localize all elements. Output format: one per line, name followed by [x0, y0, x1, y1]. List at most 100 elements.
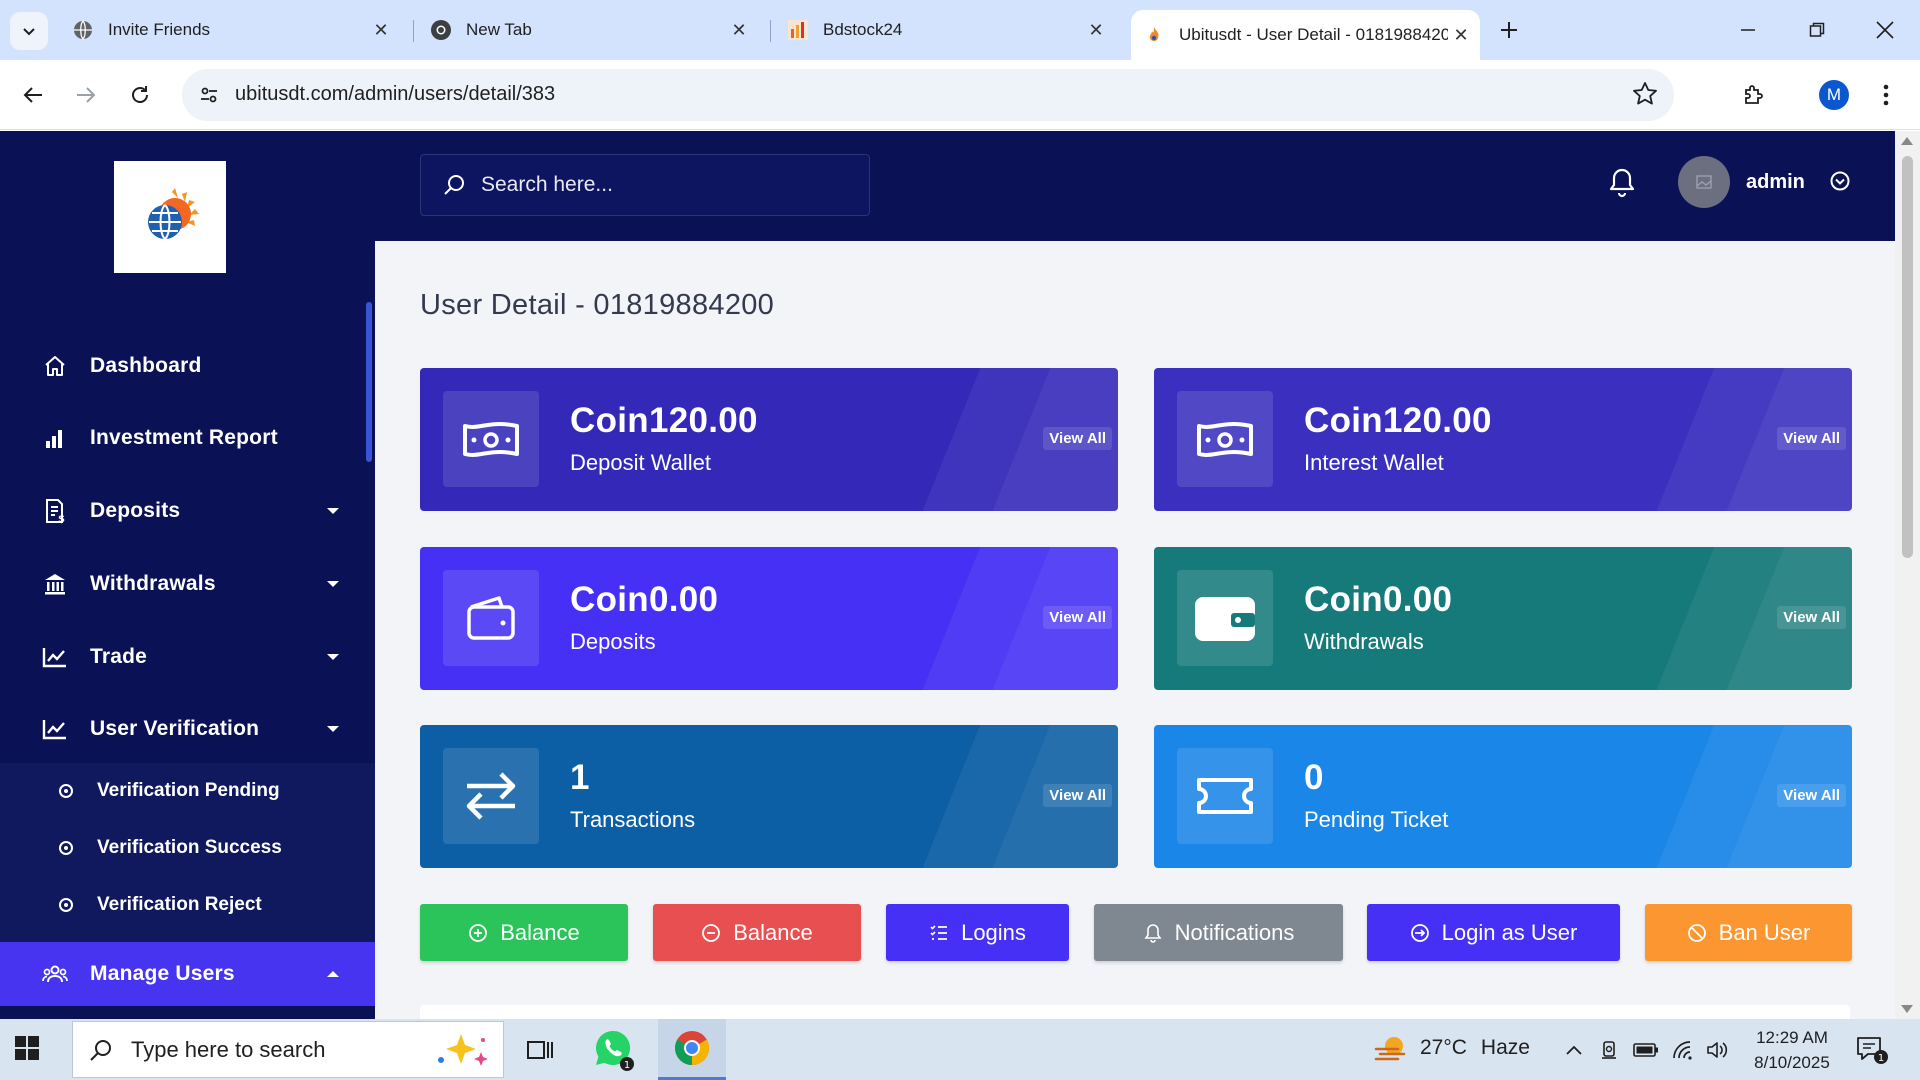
tab-search-button[interactable]: [10, 12, 48, 50]
line-chart-icon: [40, 642, 70, 672]
search-box[interactable]: [420, 154, 870, 216]
admin-username[interactable]: admin: [1746, 171, 1805, 194]
subtract-balance-button[interactable]: Balance: [653, 904, 861, 961]
taskbar-whatsapp[interactable]: 1: [581, 1019, 649, 1080]
notification-count: 1: [1878, 1053, 1884, 1064]
page-scrollbar[interactable]: [1895, 131, 1920, 1019]
profile-button[interactable]: M: [1815, 76, 1853, 114]
avatar[interactable]: [1678, 156, 1730, 208]
scroll-up-arrow-icon[interactable]: [1901, 137, 1913, 145]
site-info-icon[interactable]: [196, 82, 222, 108]
taskbar-search-box[interactable]: Type here to search: [72, 1021, 504, 1078]
weather-widget[interactable]: 27°C Haze: [1374, 1033, 1530, 1063]
button-label: Logins: [961, 919, 1026, 945]
login-as-user-button[interactable]: Login as User: [1367, 904, 1620, 961]
chrome-icon: [675, 1031, 709, 1065]
sidebar-item-user-verification[interactable]: User Verification: [0, 700, 375, 758]
tab-new-tab[interactable]: New Tab ✕: [418, 10, 758, 50]
circle-dot-icon: [59, 841, 73, 855]
close-icon[interactable]: ✕: [1448, 22, 1474, 48]
search-icon: [443, 173, 467, 197]
chevron-down-circle-icon[interactable]: [1829, 170, 1853, 194]
forward-button[interactable]: [67, 76, 105, 114]
address-bar[interactable]: ubitusdt.com/admin/users/detail/383: [182, 69, 1674, 121]
view-all-button[interactable]: View All: [1777, 606, 1846, 629]
card-label: Deposit Wallet: [570, 450, 712, 475]
scroll-down-arrow-icon[interactable]: [1901, 1005, 1913, 1013]
close-icon[interactable]: ✕: [368, 17, 394, 43]
bar-chart-icon: [40, 423, 70, 453]
bookmark-star-icon[interactable]: [1632, 81, 1658, 107]
new-tab-button[interactable]: [1494, 15, 1524, 45]
close-icon[interactable]: ✕: [726, 17, 752, 43]
sidebar-item-dashboard[interactable]: Dashboard: [0, 337, 375, 395]
interest-wallet-card: Coin120.00 Interest Wallet View All: [1154, 368, 1852, 511]
view-all-button[interactable]: View All: [1043, 606, 1112, 629]
meet-now-icon[interactable]: [1597, 1037, 1623, 1063]
minimize-button[interactable]: [1728, 10, 1768, 50]
taskbar-chrome[interactable]: [658, 1019, 726, 1080]
close-window-button[interactable]: [1865, 10, 1905, 50]
minus-circle-icon: [702, 923, 721, 942]
tab-invite-friends[interactable]: Invite Friends ✕: [60, 10, 400, 50]
whatsapp-icon: 1: [596, 1030, 634, 1071]
haze-icon: [1374, 1037, 1406, 1061]
task-view-button[interactable]: [506, 1019, 574, 1080]
browser-menu-button[interactable]: [1867, 76, 1905, 114]
tab-title: New Tab: [466, 20, 532, 39]
sidebar-item-manage-users[interactable]: Manage Users: [0, 942, 375, 1006]
sidebar-item-trade[interactable]: Trade: [0, 628, 375, 686]
wallet-solid-icon: [1177, 570, 1273, 666]
button-label: Login as User: [1441, 919, 1578, 945]
sidebar-item-withdrawals[interactable]: Withdrawals: [0, 555, 375, 613]
url-text[interactable]: ubitusdt.com/admin/users/detail/383: [235, 83, 555, 106]
logins-button[interactable]: Logins: [886, 904, 1069, 961]
wifi-icon[interactable]: [1670, 1037, 1696, 1063]
extensions-button[interactable]: [1735, 76, 1773, 114]
logo[interactable]: [114, 161, 226, 273]
tab-bdstock24[interactable]: Bdstock24 ✕: [775, 10, 1115, 50]
sidebar-item-investment-report[interactable]: Investment Report: [0, 409, 375, 467]
reload-button[interactable]: [121, 76, 159, 114]
sidebar-item-deposits[interactable]: $ Deposits: [0, 482, 375, 540]
search-input[interactable]: [481, 173, 861, 197]
chevron-down-icon: [321, 652, 345, 662]
restore-button[interactable]: [1797, 10, 1837, 50]
sidebar-subitem-verification-reject[interactable]: Verification Reject: [0, 880, 375, 930]
plus-circle-icon: [469, 923, 488, 942]
tab-user-detail[interactable]: Ubitusdt - User Detail - 01819884200 ✕: [1131, 10, 1480, 60]
globe-sun-logo-icon: [148, 188, 199, 240]
browser-toolbar: ubitusdt.com/admin/users/detail/383 M: [0, 60, 1920, 130]
sidebar-subitem-verification-success[interactable]: Verification Success: [0, 823, 375, 873]
view-all-button[interactable]: View All: [1043, 427, 1112, 450]
ban-user-button[interactable]: Ban User: [1645, 904, 1852, 961]
start-button[interactable]: [14, 1035, 44, 1065]
page-title: User Detail - 01819884200: [420, 289, 775, 321]
back-button[interactable]: [14, 76, 52, 114]
task-view-icon: [527, 1040, 553, 1059]
card-label: Interest Wallet: [1304, 450, 1444, 475]
browser-tab-bar: Invite Friends ✕ New Tab ✕ Bdstock24 ✕ U…: [0, 0, 1920, 60]
close-icon[interactable]: ✕: [1083, 17, 1109, 43]
scrollbar-thumb[interactable]: [1902, 156, 1913, 558]
arrow-left-icon: [23, 87, 42, 103]
card-value: Coin0.00: [1304, 580, 1453, 619]
view-all-button[interactable]: View All: [1777, 427, 1846, 450]
add-balance-button[interactable]: Balance: [420, 904, 628, 961]
battery-icon[interactable]: [1633, 1037, 1659, 1063]
view-all-button[interactable]: View All: [1777, 784, 1846, 807]
volume-icon[interactable]: [1705, 1037, 1731, 1063]
button-label: Notifications: [1174, 919, 1295, 945]
notifications-button[interactable]: Notifications: [1094, 904, 1343, 961]
taskbar-search-placeholder: Type here to search: [131, 1036, 326, 1062]
wallet-outline-icon: [443, 570, 539, 666]
sidebar-subitem-verification-pending[interactable]: Verification Pending: [0, 766, 375, 816]
chevron-up-icon[interactable]: [1561, 1037, 1587, 1063]
transactions-card: 1 Transactions View All: [420, 725, 1118, 868]
taskbar-clock[interactable]: 12:29 AM 8/10/2025: [1742, 1025, 1842, 1075]
action-center-button[interactable]: 1: [1856, 1035, 1888, 1065]
sparkle-icon: [431, 1032, 491, 1068]
notifications-bell-button[interactable]: [1602, 163, 1642, 203]
restore-icon: [1809, 22, 1825, 37]
view-all-button[interactable]: View All: [1043, 784, 1112, 807]
